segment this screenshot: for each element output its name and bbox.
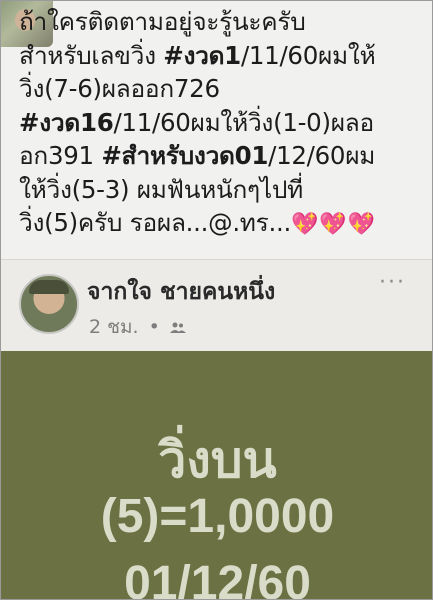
post-line-5-text: อก391 bbox=[19, 141, 102, 170]
avatar-cap bbox=[29, 280, 69, 294]
post-line-2-rest: /11/60ผมให้ bbox=[240, 40, 376, 70]
post-text-area: ถ้าใครติดตามอยู่จะรู้นะครับ สำหรับเลขวิ่… bbox=[1, 1, 432, 259]
hashtag-draw-1[interactable]: #งวด1 bbox=[163, 41, 241, 70]
post-line-2-text: สำหรับเลขวิ่ง bbox=[19, 40, 164, 70]
post-line-4-rest: /11/60ผมให้วิ่ง(1-0)ผลอ bbox=[113, 107, 374, 137]
image-text-line-3: 01/12/60 bbox=[124, 557, 311, 600]
post-line-3: วิ่ง(7-6)ผลออก726 bbox=[19, 74, 220, 103]
meta-dot: • bbox=[148, 316, 160, 338]
avatar[interactable] bbox=[19, 274, 79, 334]
hashtag-draw-16[interactable]: #งวด16 bbox=[19, 108, 114, 137]
image-text-line-2: (5)=1,0000 bbox=[100, 490, 335, 543]
post-line-4: #งวด16/11/60ผมให้วิ่ง(1-0)ผลอ bbox=[19, 106, 424, 140]
hashtag-draw-01[interactable]: #สำหรับงวด01 bbox=[101, 141, 268, 170]
post-line-5: อก391 #สำหรับงวด01/12/60ผม bbox=[19, 139, 424, 173]
post-line-7-text: วิ่ง(5)ครับ รอผล...@.ทร... bbox=[19, 208, 291, 237]
heart-emoji-icon: 💖💖💖 bbox=[290, 212, 377, 237]
post-line-5-rest: /12/60ผม bbox=[268, 141, 376, 170]
screenshot-frame: ถ้าใครติดตามอยู่จะรู้นะครับ สำหรับเลขวิ่… bbox=[0, 0, 433, 600]
post-image[interactable]: วิ่งบน (5)=1,0000 01/12/60 bbox=[1, 351, 432, 600]
post-line-7: วิ่ง(5)ครับ รอผล...@.ทร...💖💖💖 bbox=[19, 206, 424, 242]
post-message: ถ้าใครติดตามอยู่จะรู้นะครับ สำหรับเลขวิ่… bbox=[19, 5, 424, 242]
post-meta: 2 ชม. • bbox=[89, 312, 186, 342]
author-name[interactable]: จากใจ ชายคนหนึ่ง bbox=[87, 274, 275, 310]
more-options-icon[interactable]: ··· bbox=[379, 270, 406, 295]
post-time[interactable]: 2 ชม. bbox=[89, 316, 139, 338]
friends-audience-icon bbox=[169, 322, 186, 333]
post-line-6: ให้วิ่ง(5-3) ผมฟันหนักๆไปที่ bbox=[19, 174, 303, 204]
author-row: จากใจ ชายคนหนึ่ง 2 ชม. • ··· bbox=[1, 259, 432, 352]
post-line-2: สำหรับเลขวิ่ง #งวด1/11/60ผมให้ bbox=[19, 39, 424, 73]
post-line-1: ถ้าใครติดตามอยู่จะรู้นะครับ bbox=[19, 7, 306, 36]
